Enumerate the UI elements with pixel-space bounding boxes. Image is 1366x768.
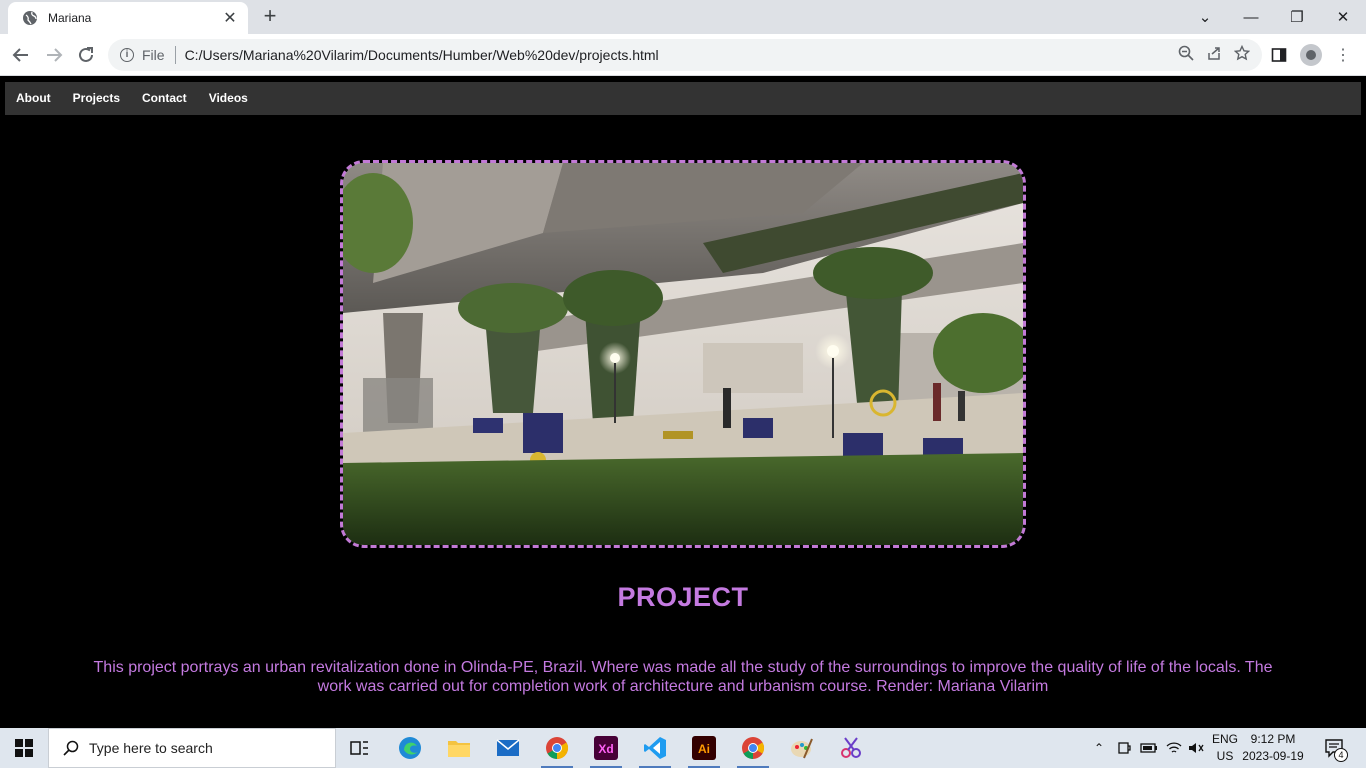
notification-count-badge: 4: [1334, 748, 1348, 762]
nav-link-videos[interactable]: Videos: [198, 82, 259, 115]
mail-icon[interactable]: [488, 732, 528, 764]
divider: [174, 46, 176, 64]
nav-link-projects[interactable]: Projects: [62, 82, 131, 115]
file-explorer-icon[interactable]: [439, 732, 479, 764]
task-view-icon[interactable]: [340, 732, 380, 764]
windows-taskbar: Type here to search Xd Ai ⌃ ENG US 9:12 …: [0, 728, 1366, 768]
page-content: About Projects Contact Videos PROJECT Th…: [0, 77, 1366, 727]
info-icon[interactable]: i: [120, 48, 134, 62]
svg-text:Ai: Ai: [698, 742, 710, 756]
notification-center-icon[interactable]: 4: [1316, 732, 1352, 764]
close-tab-icon[interactable]: ✕: [222, 8, 238, 28]
close-window-button[interactable]: ✕: [1320, 0, 1366, 34]
chrome-active-icon[interactable]: [733, 732, 773, 768]
new-tab-button[interactable]: +: [258, 5, 282, 29]
minimize-button[interactable]: —: [1228, 0, 1274, 34]
browser-tab-strip: Mariana ✕ + ⌄ — ❐ ✕: [0, 0, 1366, 34]
url-text[interactable]: C:/Users/Mariana%20Vilarim/Documents/Hum…: [185, 47, 659, 63]
wifi-icon[interactable]: [1166, 741, 1182, 755]
taskbar-search-box[interactable]: Type here to search: [48, 728, 336, 768]
arrow-right-icon: [47, 48, 63, 62]
clock-date: 2023-09-19: [1242, 749, 1304, 763]
paint-icon[interactable]: [782, 732, 822, 764]
windows-logo-icon: [15, 739, 33, 757]
edge-icon[interactable]: [390, 732, 430, 764]
reload-button[interactable]: [72, 41, 100, 69]
project-description: This project portrays an urban revitaliz…: [93, 659, 1273, 695]
zoom-icon[interactable]: [1178, 45, 1194, 61]
globe-icon: [23, 11, 37, 25]
arrow-left-icon: [12, 48, 28, 62]
tab-search-icon[interactable]: ⌄: [1182, 0, 1228, 34]
urban-park-render: [343, 163, 1023, 545]
browser-tab[interactable]: Mariana ✕: [8, 2, 248, 34]
share-icon[interactable]: [1206, 45, 1222, 61]
chevron-up-icon[interactable]: ⌃: [1090, 741, 1108, 755]
language-indicator[interactable]: ENG US: [1210, 731, 1240, 765]
tab-title: Mariana: [48, 11, 92, 25]
clock-time: 9:12 PM: [1250, 732, 1296, 746]
system-tray: ⌃: [1090, 728, 1204, 768]
forward-button[interactable]: [40, 41, 68, 69]
volume-muted-icon[interactable]: [1188, 741, 1204, 755]
battery-icon[interactable]: [1140, 742, 1158, 754]
project-render-image: [340, 160, 1026, 548]
nav-link-about[interactable]: About: [5, 82, 62, 115]
chrome-icon[interactable]: [537, 732, 577, 768]
adobe-xd-icon[interactable]: Xd: [586, 732, 626, 768]
profile-avatar[interactable]: [1298, 42, 1324, 68]
restore-button[interactable]: ❐: [1274, 0, 1320, 34]
project-heading: PROJECT: [617, 582, 749, 612]
device-icon[interactable]: [1116, 740, 1132, 756]
side-panel-icon[interactable]: [1266, 42, 1292, 68]
search-icon: [63, 740, 79, 756]
site-navbar: About Projects Contact Videos: [5, 82, 1361, 115]
address-bar[interactable]: i File C:/Users/Mariana%20Vilarim/Docume…: [108, 39, 1262, 71]
more-menu-icon[interactable]: ⋮: [1330, 42, 1356, 68]
illustrator-icon[interactable]: Ai: [684, 732, 724, 768]
bookmark-star-icon[interactable]: [1234, 45, 1250, 61]
language-code: ENG: [1211, 732, 1238, 746]
clock[interactable]: 9:12 PM 2023-09-19: [1238, 731, 1308, 765]
snipping-tool-icon[interactable]: [831, 732, 871, 764]
svg-text:Xd: Xd: [598, 742, 613, 756]
vscode-icon[interactable]: [635, 732, 675, 768]
browser-toolbar: i File C:/Users/Mariana%20Vilarim/Docume…: [0, 34, 1366, 76]
start-button[interactable]: [0, 728, 48, 768]
file-label: File: [142, 47, 165, 63]
back-button[interactable]: [7, 41, 35, 69]
search-placeholder: Type here to search: [89, 740, 213, 756]
nav-link-contact[interactable]: Contact: [131, 82, 198, 115]
reload-icon: [79, 47, 93, 62]
region-code: US: [1216, 749, 1234, 763]
